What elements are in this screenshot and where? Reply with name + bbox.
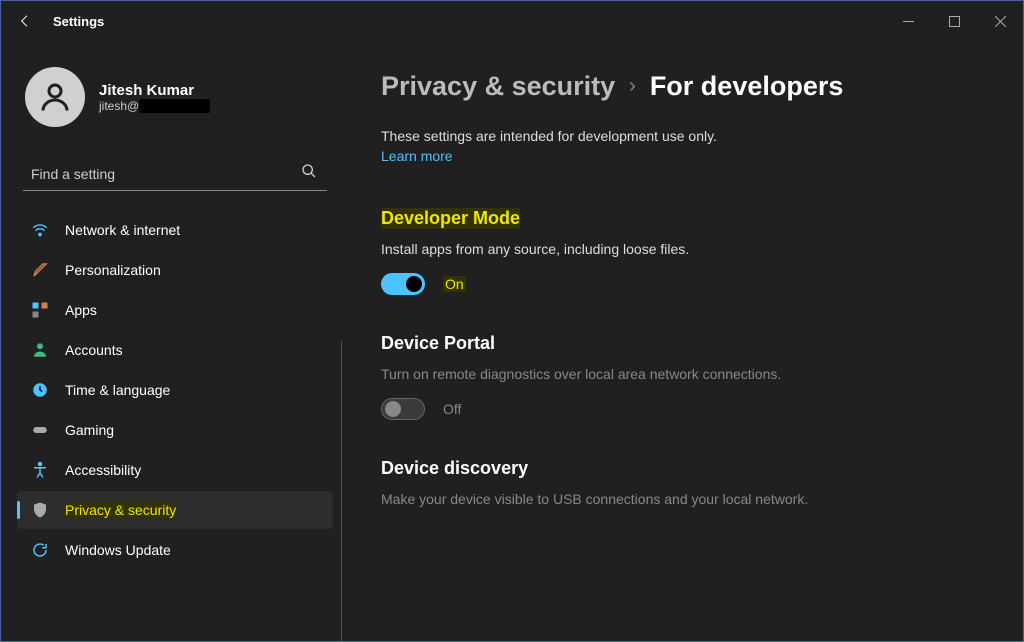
- window-controls: [885, 5, 1023, 37]
- profile-email: jitesh@memcm com: [99, 99, 210, 113]
- sidebar-item-personalization[interactable]: Personalization: [17, 251, 333, 289]
- sidebar-item-accessibility[interactable]: Accessibility: [17, 451, 333, 489]
- sidebar-item-privacy[interactable]: Privacy & security: [17, 491, 333, 529]
- close-button[interactable]: [977, 5, 1023, 37]
- update-icon: [31, 541, 49, 559]
- device-portal-toggle[interactable]: [381, 398, 425, 420]
- sidebar: Jitesh Kumar jitesh@memcm com Network & …: [1, 41, 341, 641]
- titlebar: Settings: [1, 1, 1023, 41]
- apps-icon: [31, 301, 49, 319]
- avatar: [25, 67, 85, 127]
- minimize-button[interactable]: [885, 5, 931, 37]
- device-portal-state: Off: [443, 401, 461, 417]
- shield-icon: [31, 501, 49, 519]
- sidebar-item-apps[interactable]: Apps: [17, 291, 333, 329]
- brush-icon: [31, 261, 49, 279]
- device-portal-desc: Turn on remote diagnostics over local ar…: [381, 366, 983, 382]
- breadcrumb: Privacy & security › For developers: [381, 71, 983, 102]
- sidebar-item-gaming[interactable]: Gaming: [17, 411, 333, 449]
- device-portal-title: Device Portal: [381, 333, 983, 354]
- clock-icon: [31, 381, 49, 399]
- breadcrumb-parent[interactable]: Privacy & security: [381, 71, 615, 102]
- sidebar-item-network[interactable]: Network & internet: [17, 211, 333, 249]
- gamepad-icon: [31, 421, 49, 439]
- search-box[interactable]: [23, 157, 327, 191]
- nav-list: Network & internet Personalization Apps …: [17, 211, 333, 569]
- wifi-icon: [31, 221, 49, 239]
- back-button[interactable]: [17, 13, 33, 29]
- sidebar-item-update[interactable]: Windows Update: [17, 531, 333, 569]
- sidebar-item-time[interactable]: Time & language: [17, 371, 333, 409]
- breadcrumb-current: For developers: [650, 71, 844, 102]
- person-icon: [31, 341, 49, 359]
- device-discovery-desc: Make your device visible to USB connecti…: [381, 491, 983, 507]
- dev-mode-desc: Install apps from any source, including …: [381, 241, 983, 257]
- main-panel: Privacy & security › For developers Thes…: [341, 41, 1023, 641]
- intro-text: These settings are intended for developm…: [381, 128, 983, 144]
- profile-block[interactable]: Jitesh Kumar jitesh@memcm com: [17, 57, 333, 141]
- section-device-portal: Device Portal Turn on remote diagnostics…: [381, 333, 983, 420]
- search-icon: [301, 163, 317, 184]
- section-device-discovery: Device discovery Make your device visibl…: [381, 458, 983, 507]
- learn-more-link[interactable]: Learn more: [381, 148, 453, 164]
- app-title: Settings: [53, 14, 104, 29]
- profile-name: Jitesh Kumar: [99, 82, 210, 99]
- chevron-right-icon: ›: [629, 75, 636, 98]
- search-input[interactable]: [31, 166, 301, 182]
- maximize-button[interactable]: [931, 5, 977, 37]
- device-discovery-title: Device discovery: [381, 458, 983, 479]
- section-developer-mode: Developer Mode Install apps from any sou…: [381, 208, 983, 295]
- dev-mode-toggle[interactable]: [381, 273, 425, 295]
- accessibility-icon: [31, 461, 49, 479]
- sidebar-item-accounts[interactable]: Accounts: [17, 331, 333, 369]
- dev-mode-state: On: [443, 276, 466, 292]
- dev-mode-title: Developer Mode: [381, 208, 520, 229]
